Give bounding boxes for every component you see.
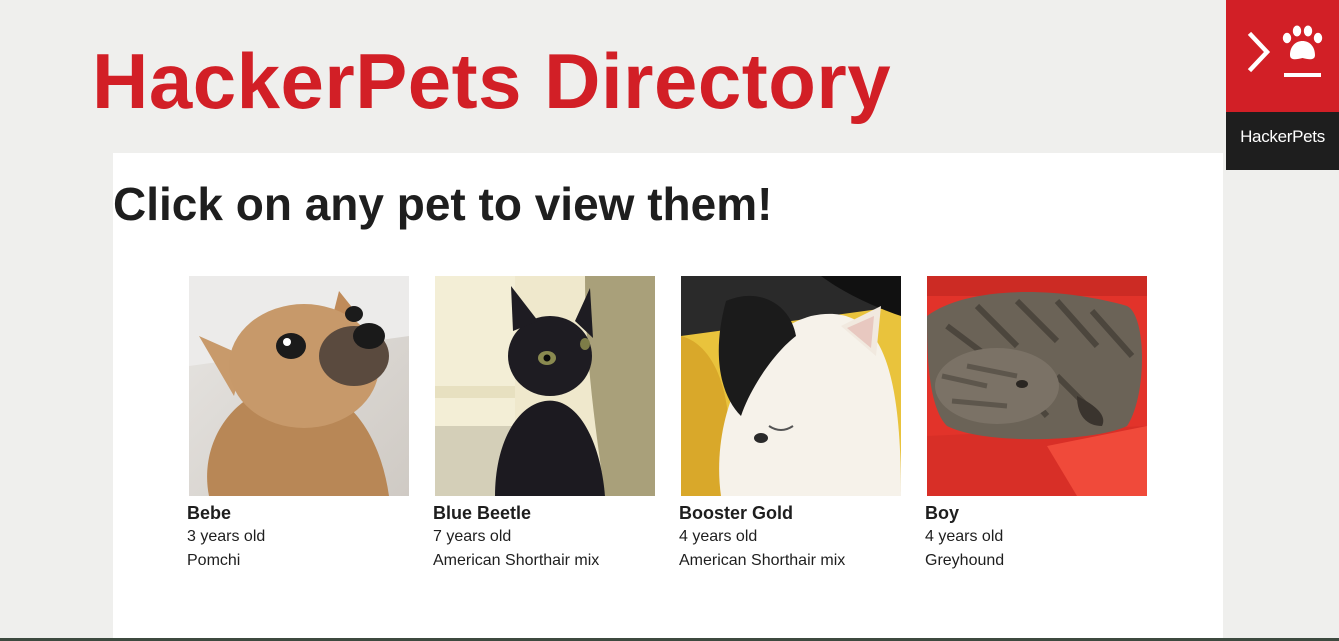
pet-breed: Pomchi bbox=[187, 552, 241, 569]
dog-photo-icon bbox=[189, 276, 409, 496]
pet-photo-boy[interactable] bbox=[927, 276, 1147, 496]
page-subtitle: Click on any pet to view them! bbox=[113, 178, 773, 230]
cat-photo-icon bbox=[435, 276, 655, 496]
pet-age: 4 years old bbox=[679, 528, 758, 545]
badge-label: HackerPets bbox=[1226, 112, 1339, 170]
pet-age: 4 years old bbox=[925, 528, 1004, 545]
pet-breed: American Shorthair mix bbox=[433, 552, 600, 569]
pet-name: Boy bbox=[925, 503, 960, 523]
pet-name: Blue Beetle bbox=[433, 503, 532, 523]
dog-photo-icon bbox=[927, 276, 1147, 496]
pet-name: Bebe bbox=[187, 503, 232, 523]
terminal-paw-icon bbox=[1247, 25, 1323, 77]
pet-age: 7 years old bbox=[433, 528, 512, 545]
badge-logo bbox=[1226, 0, 1339, 112]
cat-photo-icon bbox=[681, 276, 901, 496]
pet-card-booster-gold[interactable]: Booster Gold 4 years old American Shorth… bbox=[679, 276, 901, 573]
pet-breed: Greyhound bbox=[925, 552, 1005, 569]
pet-photo-blue-beetle[interactable] bbox=[435, 276, 655, 496]
pet-card-bebe[interactable]: Bebe 3 years old Pomchi bbox=[187, 276, 409, 573]
pet-breed: American Shorthair mix bbox=[679, 552, 846, 569]
hackerpets-badge[interactable]: HackerPets bbox=[1226, 0, 1339, 170]
pet-age: 3 years old bbox=[187, 528, 266, 545]
pet-directory-panel: Click on any pet to view them! Bebe 3 ye… bbox=[113, 153, 1223, 641]
pet-photo-bebe[interactable] bbox=[189, 276, 409, 496]
pet-card-boy[interactable]: Boy 4 years old Greyhound bbox=[925, 276, 1147, 573]
pet-card-blue-beetle[interactable]: Blue Beetle 7 years old American Shortha… bbox=[433, 276, 655, 573]
site-title: HackerPets Directory bbox=[92, 37, 892, 125]
pet-photo-booster-gold[interactable] bbox=[681, 276, 901, 496]
pet-name: Booster Gold bbox=[679, 503, 794, 523]
page: HackerPets Directory Click on any pet to… bbox=[0, 0, 1339, 641]
